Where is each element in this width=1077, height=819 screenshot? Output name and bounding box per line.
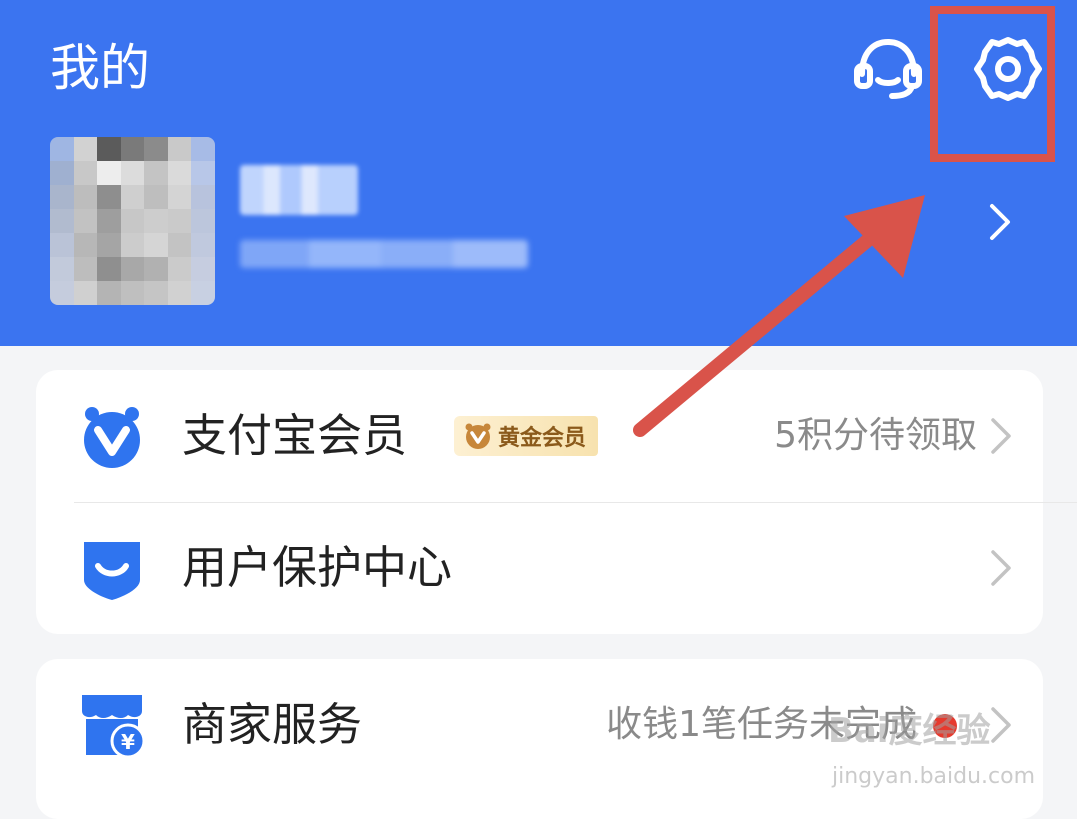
profile-header: 我的 [0,0,1077,346]
settings-highlight-box [930,6,1055,162]
profile-detail-button[interactable] [975,194,1025,250]
account-redacted [240,240,528,268]
vip-v-icon [465,423,491,449]
customer-service-button[interactable] [852,36,924,102]
row-label: 商家服务 [182,698,363,751]
svg-text:¥: ¥ [121,730,135,754]
shield-smile-icon [84,542,140,600]
watermark-url: jingyan.baidu.com [832,764,1036,789]
row-label: 支付宝会员 [182,409,408,462]
avatar-pixelated [50,137,215,305]
chevron-right-icon [990,204,1010,240]
account-card: 支付宝会员 黄金会员 5积分待领取 用户保护中心 [36,370,1077,634]
member-v-icon [84,407,140,468]
store-yuan-icon: ¥ [82,695,146,759]
watermark-logo-text: Bai度经验 [828,711,991,751]
list-item-member[interactable]: 支付宝会员 黄金会员 5积分待领取 [36,370,1077,503]
avatar[interactable] [50,137,215,305]
gold-member-badge: 黄金会员 [454,416,599,456]
chevron-right-icon [991,550,1011,586]
page-title: 我的 [50,39,150,97]
headset-icon [854,38,922,99]
list-item-protection[interactable]: 用户保护中心 [36,502,1043,634]
chevron-right-icon [991,418,1011,454]
row-label: 用户保护中心 [182,541,453,594]
badge-text: 黄金会员 [498,426,587,451]
username-redacted [240,165,358,215]
watermark: Bai度经验 jingyan.baidu.com [828,690,1035,800]
row-value: 5积分待领取 [774,415,977,456]
